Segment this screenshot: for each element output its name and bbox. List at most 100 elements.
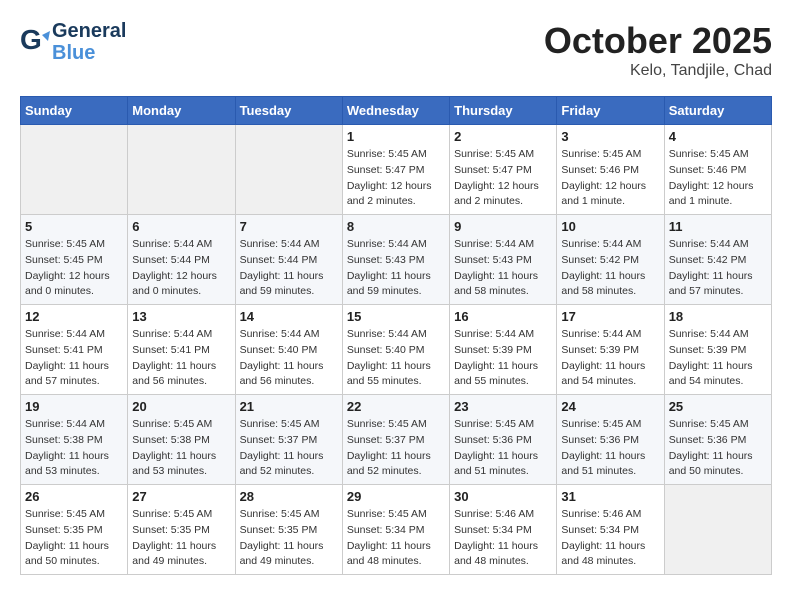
calendar-cell: 1 Sunrise: 5:45 AM Sunset: 5:47 PM Daylig…: [342, 125, 449, 215]
day-info: Sunrise: 5:45 AM Sunset: 5:37 PM Dayligh…: [347, 417, 445, 480]
day-number: 21: [240, 399, 338, 414]
day-info: Sunrise: 5:45 AM Sunset: 5:47 PM Dayligh…: [454, 147, 552, 210]
day-number: 4: [669, 129, 767, 144]
day-info: Sunrise: 5:44 AM Sunset: 5:44 PM Dayligh…: [132, 237, 230, 300]
calendar-cell: 19 Sunrise: 5:44 AM Sunset: 5:38 PM Dayli…: [21, 395, 128, 485]
day-info: Sunrise: 5:45 AM Sunset: 5:35 PM Dayligh…: [240, 507, 338, 570]
day-info: Sunrise: 5:44 AM Sunset: 5:40 PM Dayligh…: [240, 327, 338, 390]
weekday-header-friday: Friday: [557, 97, 664, 125]
day-number: 30: [454, 489, 552, 504]
day-info: Sunrise: 5:44 AM Sunset: 5:38 PM Dayligh…: [25, 417, 123, 480]
day-number: 17: [561, 309, 659, 324]
calendar-cell: 30 Sunrise: 5:46 AM Sunset: 5:34 PM Dayli…: [450, 485, 557, 575]
day-info: Sunrise: 5:44 AM Sunset: 5:39 PM Dayligh…: [454, 327, 552, 390]
day-number: 29: [347, 489, 445, 504]
day-info: Sunrise: 5:44 AM Sunset: 5:42 PM Dayligh…: [561, 237, 659, 300]
calendar-cell: 12 Sunrise: 5:44 AM Sunset: 5:41 PM Dayli…: [21, 305, 128, 395]
day-number: 28: [240, 489, 338, 504]
day-number: 19: [25, 399, 123, 414]
calendar-cell: 8Sunrise: 5:44 AM Sunset: 5:43 PM Daylig…: [342, 215, 449, 305]
day-number: 25: [669, 399, 767, 414]
calendar-week-4: 19 Sunrise: 5:44 AM Sunset: 5:38 PM Dayli…: [21, 395, 772, 485]
day-number: 26: [25, 489, 123, 504]
calendar-cell: 28 Sunrise: 5:45 AM Sunset: 5:35 PM Dayli…: [235, 485, 342, 575]
calendar-cell: 22 Sunrise: 5:45 AM Sunset: 5:37 PM Dayli…: [342, 395, 449, 485]
day-info: Sunrise: 5:45 AM Sunset: 5:36 PM Dayligh…: [669, 417, 767, 480]
day-number: 14: [240, 309, 338, 324]
calendar-cell: 5 Sunrise: 5:45 AM Sunset: 5:45 PM Daylig…: [21, 215, 128, 305]
title-block: October 2025 Kelo, Tandjile, Chad: [544, 20, 772, 80]
weekday-header-wednesday: Wednesday: [342, 97, 449, 125]
day-number: 10: [561, 219, 659, 234]
day-number: 27: [132, 489, 230, 504]
calendar-cell: 25 Sunrise: 5:45 AM Sunset: 5:36 PM Dayli…: [664, 395, 771, 485]
day-info: Sunrise: 5:46 AM Sunset: 5:34 PM Dayligh…: [454, 507, 552, 570]
logo: G General Blue: [20, 20, 126, 64]
weekday-header-monday: Monday: [128, 97, 235, 125]
calendar-cell: [21, 125, 128, 215]
day-number: 1: [347, 129, 445, 144]
day-info: Sunrise: 5:45 AM Sunset: 5:34 PM Dayligh…: [347, 507, 445, 570]
day-info: Sunrise: 5:44 AM Sunset: 5:41 PM Dayligh…: [25, 327, 123, 390]
calendar-cell: 18 Sunrise: 5:44 AM Sunset: 5:39 PM Dayli…: [664, 305, 771, 395]
day-info: Sunrise: 5:45 AM Sunset: 5:37 PM Dayligh…: [240, 417, 338, 480]
calendar-cell: 17Sunrise: 5:44 AM Sunset: 5:39 PM Dayli…: [557, 305, 664, 395]
calendar-cell: [235, 125, 342, 215]
calendar-cell: 10 Sunrise: 5:44 AM Sunset: 5:42 PM Dayli…: [557, 215, 664, 305]
day-number: 7: [240, 219, 338, 234]
calendar-cell: 2Sunrise: 5:45 AM Sunset: 5:47 PM Daylig…: [450, 125, 557, 215]
day-number: 16: [454, 309, 552, 324]
calendar-week-3: 12 Sunrise: 5:44 AM Sunset: 5:41 PM Dayli…: [21, 305, 772, 395]
calendar-cell: 16 Sunrise: 5:44 AM Sunset: 5:39 PM Dayli…: [450, 305, 557, 395]
calendar-cell: 4Sunrise: 5:45 AM Sunset: 5:46 PM Daylig…: [664, 125, 771, 215]
day-info: Sunrise: 5:44 AM Sunset: 5:41 PM Dayligh…: [132, 327, 230, 390]
weekday-header-saturday: Saturday: [664, 97, 771, 125]
day-info: Sunrise: 5:44 AM Sunset: 5:43 PM Dayligh…: [454, 237, 552, 300]
day-info: Sunrise: 5:45 AM Sunset: 5:36 PM Dayligh…: [454, 417, 552, 480]
day-number: 11: [669, 219, 767, 234]
day-number: 3: [561, 129, 659, 144]
calendar-cell: 15 Sunrise: 5:44 AM Sunset: 5:40 PM Dayli…: [342, 305, 449, 395]
svg-text:G: G: [20, 27, 42, 55]
day-number: 9: [454, 219, 552, 234]
day-number: 5: [25, 219, 123, 234]
location-subtitle: Kelo, Tandjile, Chad: [544, 62, 772, 80]
day-number: 12: [25, 309, 123, 324]
day-number: 31: [561, 489, 659, 504]
day-info: Sunrise: 5:45 AM Sunset: 5:45 PM Dayligh…: [25, 237, 123, 300]
calendar-cell: 6 Sunrise: 5:44 AM Sunset: 5:44 PM Daylig…: [128, 215, 235, 305]
day-info: Sunrise: 5:44 AM Sunset: 5:40 PM Dayligh…: [347, 327, 445, 390]
calendar-week-5: 26 Sunrise: 5:45 AM Sunset: 5:35 PM Dayli…: [21, 485, 772, 575]
calendar-table: SundayMondayTuesdayWednesdayThursdayFrid…: [20, 96, 772, 575]
day-info: Sunrise: 5:45 AM Sunset: 5:35 PM Dayligh…: [132, 507, 230, 570]
weekday-header-sunday: Sunday: [21, 97, 128, 125]
page-header: G General Blue October 2025 Kelo, Tandji…: [20, 20, 772, 80]
day-info: Sunrise: 5:45 AM Sunset: 5:38 PM Dayligh…: [132, 417, 230, 480]
day-number: 6: [132, 219, 230, 234]
calendar-cell: [664, 485, 771, 575]
calendar-cell: 11Sunrise: 5:44 AM Sunset: 5:42 PM Dayli…: [664, 215, 771, 305]
day-info: Sunrise: 5:45 AM Sunset: 5:36 PM Dayligh…: [561, 417, 659, 480]
calendar-header-row: SundayMondayTuesdayWednesdayThursdayFrid…: [21, 97, 772, 125]
day-number: 18: [669, 309, 767, 324]
day-info: Sunrise: 5:45 AM Sunset: 5:46 PM Dayligh…: [561, 147, 659, 210]
calendar-cell: 29 Sunrise: 5:45 AM Sunset: 5:34 PM Dayli…: [342, 485, 449, 575]
day-number: 22: [347, 399, 445, 414]
day-number: 13: [132, 309, 230, 324]
day-info: Sunrise: 5:44 AM Sunset: 5:44 PM Dayligh…: [240, 237, 338, 300]
day-info: Sunrise: 5:45 AM Sunset: 5:47 PM Dayligh…: [347, 147, 445, 210]
calendar-cell: 20Sunrise: 5:45 AM Sunset: 5:38 PM Dayli…: [128, 395, 235, 485]
weekday-header-thursday: Thursday: [450, 97, 557, 125]
calendar-week-2: 5 Sunrise: 5:45 AM Sunset: 5:45 PM Daylig…: [21, 215, 772, 305]
calendar-cell: [128, 125, 235, 215]
calendar-cell: 21 Sunrise: 5:45 AM Sunset: 5:37 PM Dayli…: [235, 395, 342, 485]
calendar-cell: 23Sunrise: 5:45 AM Sunset: 5:36 PM Dayli…: [450, 395, 557, 485]
logo-blue: Blue: [52, 42, 126, 64]
day-number: 15: [347, 309, 445, 324]
day-info: Sunrise: 5:44 AM Sunset: 5:43 PM Dayligh…: [347, 237, 445, 300]
calendar-cell: 13 Sunrise: 5:44 AM Sunset: 5:41 PM Dayli…: [128, 305, 235, 395]
calendar-cell: 3 Sunrise: 5:45 AM Sunset: 5:46 PM Daylig…: [557, 125, 664, 215]
day-info: Sunrise: 5:44 AM Sunset: 5:39 PM Dayligh…: [669, 327, 767, 390]
day-number: 24: [561, 399, 659, 414]
logo-icon: G: [20, 27, 50, 57]
